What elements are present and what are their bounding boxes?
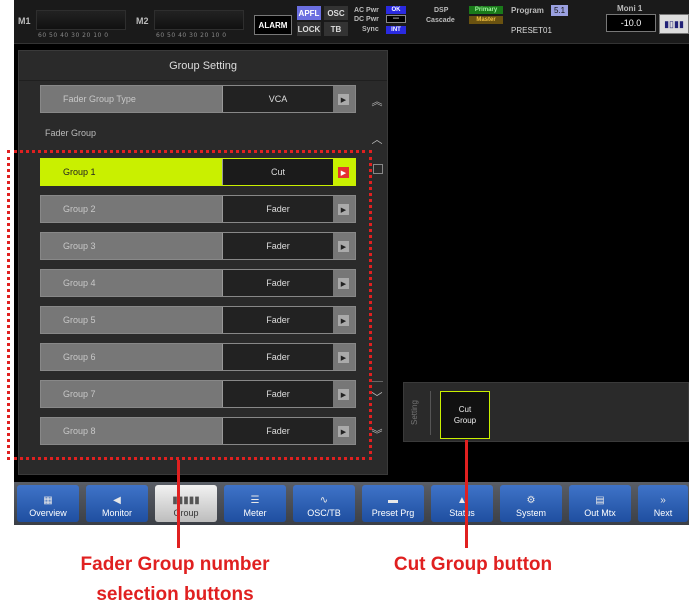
meter-icon: ☰ [250, 495, 260, 506]
status-bar: M1 60 50 40 30 20 10 0 M2 60 50 40 30 20… [14, 0, 689, 44]
ac-pwr-label: AC Pwr [354, 7, 379, 14]
cut-group-line1: Cut [458, 405, 472, 414]
tab-label: Meter [243, 508, 267, 518]
fader-group-annotation-line2: selection buttons [96, 584, 254, 605]
fader-group-type-value: VCA [222, 86, 333, 112]
cascade-status: Master [469, 16, 503, 24]
preset-icon: ▬ [388, 495, 398, 506]
moni-label: Moni 1 [617, 4, 643, 13]
program-name: PRESET01 [511, 26, 552, 35]
m2-label: M2 [136, 16, 149, 26]
m1-label: M1 [18, 16, 31, 26]
tab-label: OSC/TB [307, 508, 341, 518]
cascade-label: Cascade [426, 17, 455, 24]
scroll-up-double-icon[interactable]: ︽ [367, 93, 387, 109]
moni-level-display[interactable]: -10.0 [606, 14, 656, 32]
lock-button[interactable]: LOCK [297, 22, 321, 36]
tab-out-mtx[interactable]: ▤ Out Mtx [569, 485, 631, 522]
dsp-label: DSP [434, 7, 449, 14]
fader-group-annotation: Fader Group number selection buttons [40, 550, 310, 610]
cut-group-pointer [465, 440, 468, 548]
cut-group-line2: Group [453, 416, 477, 425]
panel-title: Group Setting [19, 51, 387, 81]
setting-divider [430, 391, 431, 435]
scrollbar-thumb[interactable] [373, 164, 383, 174]
level-meter-icon[interactable]: ▮▯▮▮ [659, 14, 689, 34]
tab-system[interactable]: ⚙ System [500, 485, 562, 522]
ac-pwr-status: OK [386, 6, 406, 14]
program-label: Program [511, 6, 544, 15]
m1-meter: M1 60 50 40 30 20 10 0 [18, 4, 138, 40]
tab-label: Next [653, 508, 673, 518]
tab-preset-prg[interactable]: ▬ Preset Prg [362, 485, 424, 522]
tab-label: System [515, 508, 546, 518]
dsp-status: Primary [469, 6, 503, 14]
fader-group-section-label: Fader Group [45, 128, 97, 138]
tab-label: Overview [29, 508, 67, 518]
m2-meter-bar [154, 10, 244, 30]
speaker-icon: ◀ [113, 495, 121, 506]
m2-meter: M2 60 50 40 30 20 10 0 [136, 4, 256, 40]
gear-icon: ⚙ [526, 495, 536, 506]
tab-meter[interactable]: ☰ Meter [224, 485, 286, 522]
tab-status[interactable]: ▲ Status [431, 485, 493, 522]
tab-label: Monitor [101, 508, 132, 518]
dropdown-arrow-icon[interactable]: ▶ [338, 94, 349, 105]
cut-group-button[interactable]: Cut Group [440, 391, 490, 439]
bottom-tab-bar: ▦ Overview ◀ Monitor ▮▮▮▮▮ Group ☰ Meter… [14, 482, 689, 525]
osc-button[interactable]: OSC [324, 6, 348, 20]
tab-osc-tb[interactable]: ∿ OSC/TB [293, 485, 355, 522]
grid-icon: ▦ [43, 495, 53, 506]
sync-status: INT [386, 26, 406, 34]
tab-label: Preset Prg [371, 508, 415, 518]
chevron-right-icon: » [660, 495, 666, 506]
fader-group-annotation-line1: Fader Group number [80, 554, 270, 575]
program-value: 5.1 [551, 5, 569, 16]
fader-group-pointer [177, 460, 180, 548]
fader-group-highlight [7, 150, 372, 460]
scroll-up-icon[interactable]: ︿ [367, 131, 387, 147]
cut-group-annotation: Cut Group button [393, 554, 553, 575]
setting-area: Setting Cut Group [403, 382, 689, 442]
fader-group-type-row[interactable]: Fader Group Type VCA ▶ [40, 85, 356, 113]
apfl-button[interactable]: APFL [297, 6, 321, 20]
tab-label: Status [449, 508, 475, 518]
matrix-icon: ▤ [595, 495, 605, 506]
tab-next[interactable]: » Next [638, 485, 688, 522]
tab-label: Out Mtx [584, 508, 616, 518]
fader-group-type-label: Fader Group Type [63, 94, 136, 104]
osc-icon: ∿ [319, 495, 329, 506]
m1-meter-scale: 60 50 40 30 20 10 0 [38, 32, 109, 39]
sync-label: Sync [362, 26, 379, 33]
tab-monitor[interactable]: ◀ Monitor [86, 485, 148, 522]
dc-pwr-label: DC Pwr [354, 16, 379, 23]
tab-overview[interactable]: ▦ Overview [17, 485, 79, 522]
alarm-button[interactable]: ALARM [254, 15, 292, 35]
tb-button[interactable]: TB [324, 22, 348, 36]
dc-pwr-status: --- [386, 15, 406, 23]
tab-group[interactable]: ▮▮▮▮▮ Group [155, 485, 217, 522]
m2-meter-scale: 60 50 40 30 20 10 0 [156, 32, 227, 39]
m1-meter-bar [36, 10, 126, 30]
setting-label: Setting [410, 400, 419, 426]
